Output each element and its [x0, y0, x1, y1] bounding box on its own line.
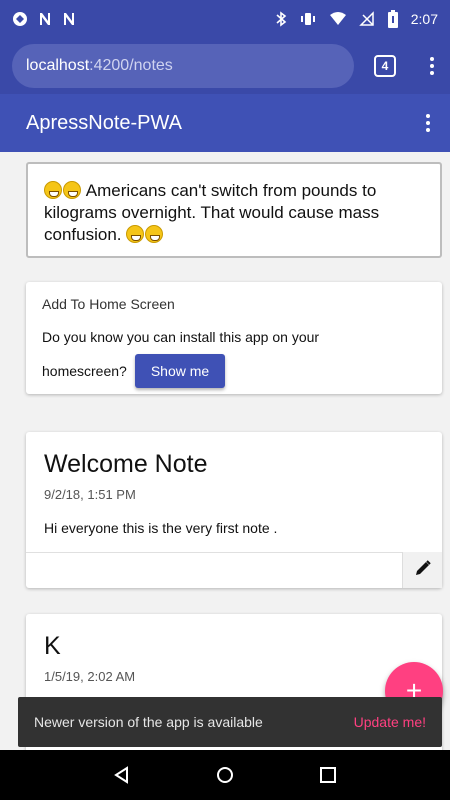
app-menu-icon[interactable]: [422, 110, 434, 136]
quote-card: Americans can't switch from pounds to ki…: [26, 162, 442, 258]
app-title: ApressNote-PWA: [26, 111, 182, 134]
status-left: [12, 11, 76, 27]
edit-note-button[interactable]: [402, 552, 442, 588]
note-title: Welcome Note: [44, 450, 208, 478]
note-date: 1/5/19, 2:02 AM: [44, 669, 136, 684]
note-title: K: [44, 632, 61, 660]
quote-text: Americans can't switch from pounds to ki…: [44, 181, 380, 244]
grinning-emoji-icon: [126, 225, 145, 243]
notes-content: Americans can't switch from pounds to ki…: [0, 152, 450, 750]
url-path: :4200/notes: [89, 57, 173, 74]
home-icon[interactable]: [205, 755, 245, 795]
no-signal-icon: [358, 11, 375, 27]
bluetooth-icon: [275, 11, 287, 27]
note-date: 9/2/18, 1:51 PM: [44, 487, 136, 502]
url-host: localhost: [26, 57, 90, 74]
grinning-emoji-icon: [44, 181, 62, 199]
add-to-home-title: Add To Home Screen: [42, 296, 175, 312]
recents-icon[interactable]: [308, 755, 348, 795]
n-notification-icon: [38, 12, 52, 26]
note-divider: [26, 552, 442, 553]
update-snackbar: Newer version of the app is available Up…: [18, 697, 442, 747]
add-to-home-line2: homescreen?: [42, 363, 127, 379]
browser-menu-icon[interactable]: [426, 53, 438, 79]
system-nav-bar: [0, 750, 450, 800]
add-to-home-row: homescreen? Show me: [42, 354, 426, 388]
status-time: 2:07: [410, 11, 438, 27]
add-to-home-line1: Do you know you can install this app on …: [42, 329, 320, 345]
wifi-icon: [329, 11, 347, 27]
update-action-button[interactable]: Update me!: [354, 714, 426, 730]
show-me-button[interactable]: Show me: [134, 354, 226, 388]
battery-icon: [387, 10, 399, 28]
n-notification-icon: [62, 12, 76, 26]
pencil-icon: [414, 559, 432, 582]
vibrate-icon: [299, 11, 317, 27]
add-to-home-card: Add To Home Screen Do you know you can i…: [26, 282, 442, 394]
grinning-emoji-icon: [63, 181, 81, 199]
note-body: Hi everyone this is the very first note …: [44, 520, 278, 536]
snackbar-message: Newer version of the app is available: [34, 714, 263, 730]
grinning-emoji-icon: [145, 225, 164, 243]
address-bar[interactable]: localhost:4200/notes: [12, 44, 354, 88]
back-icon[interactable]: [102, 755, 142, 795]
status-bar: 2:07: [0, 0, 450, 38]
note-card[interactable]: Welcome Note 9/2/18, 1:51 PM Hi everyone…: [26, 432, 442, 588]
tab-switcher-button[interactable]: 4: [374, 55, 396, 77]
browser-bar: localhost:4200/notes 4: [0, 38, 450, 94]
app-toolbar: ApressNote-PWA: [0, 94, 450, 152]
status-right: 2:07: [275, 10, 438, 28]
shield-icon: [12, 11, 28, 27]
